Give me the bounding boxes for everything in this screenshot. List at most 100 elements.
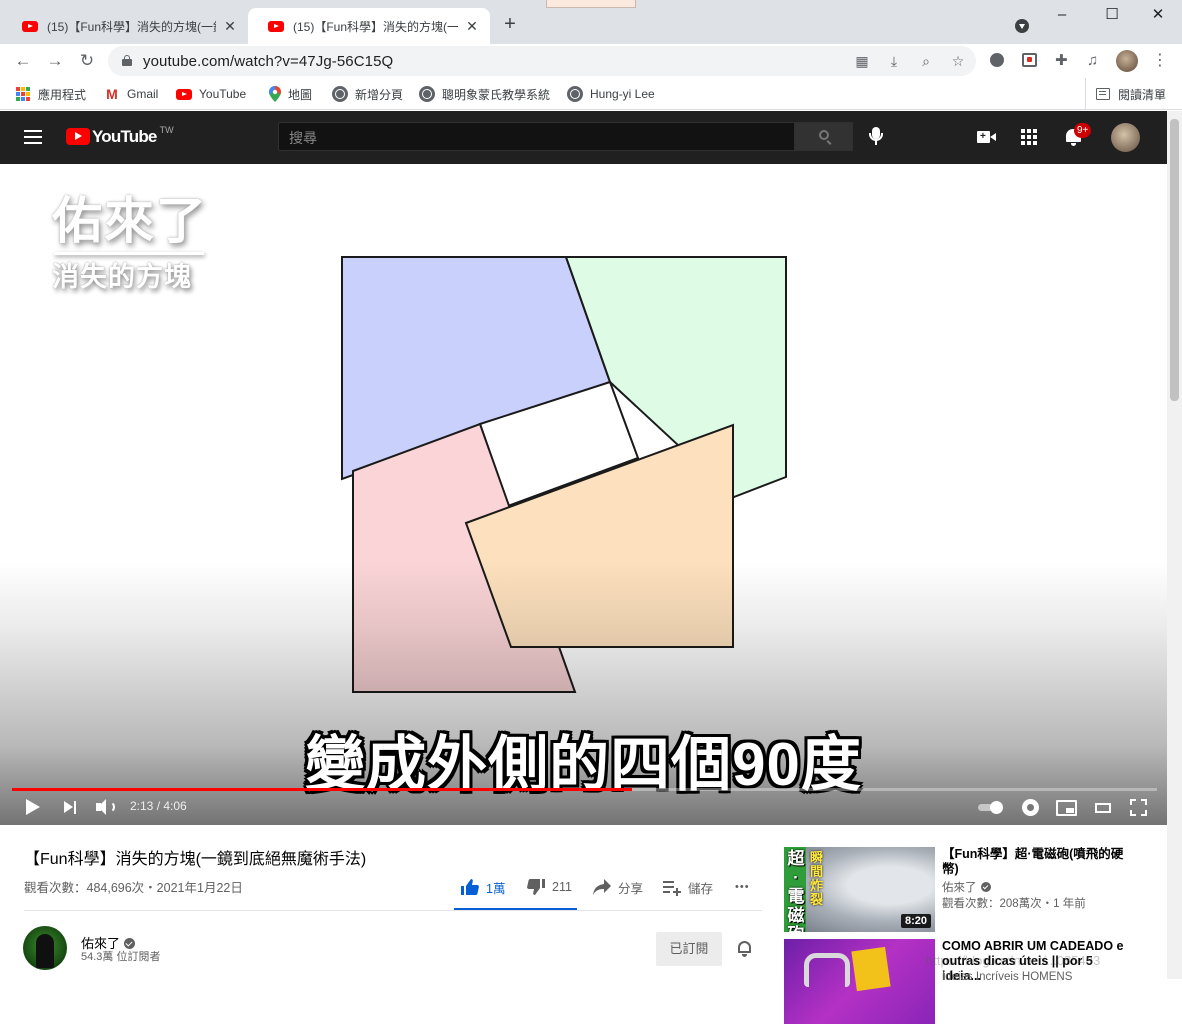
youtube-masthead: YouTube TW 搜尋 + 9+	[0, 111, 1167, 164]
dislike-button[interactable]: 211	[526, 876, 572, 898]
youtube-apps-icon[interactable]	[1021, 129, 1037, 145]
watermark-episode-title: 消失的方塊	[52, 262, 192, 292]
divider	[24, 910, 762, 911]
dislike-count: 211	[552, 880, 572, 894]
next-video-icon[interactable]	[63, 801, 79, 814]
reload-icon[interactable]: ↻	[76, 50, 98, 72]
bookmark-label: 新增分頁	[355, 87, 404, 102]
close-tab-icon[interactable]: ✕	[464, 18, 480, 35]
progress-bar-played	[12, 788, 632, 791]
play-icon[interactable]	[24, 798, 40, 816]
youtube-play-logo-icon	[66, 128, 90, 145]
bookmark-youtube[interactable]: YouTube	[176, 86, 246, 102]
search-input[interactable]: 搜尋	[278, 122, 795, 151]
recommendation-channel: Ideias Incríveis HOMENS	[942, 971, 1073, 983]
share-label: 分享	[618, 881, 644, 896]
create-video-icon[interactable]: +	[977, 130, 996, 144]
media-control-icon[interactable]: ♫	[1087, 53, 1103, 69]
thumbnail-text-secondary: 瞬間炸裂	[810, 850, 824, 907]
channel-notification-bell-icon[interactable]	[737, 940, 752, 957]
search-button[interactable]	[795, 122, 853, 151]
volume-icon[interactable]	[96, 798, 118, 816]
forward-icon[interactable]: →	[44, 50, 66, 72]
youtube-logo[interactable]: YouTube TW	[66, 125, 174, 147]
miniplayer-icon[interactable]	[1056, 800, 1077, 816]
new-tab-button[interactable]: +	[500, 14, 520, 34]
extension-circle-icon[interactable]	[990, 53, 1004, 67]
search-icon	[819, 130, 829, 140]
map-pin-icon	[269, 86, 281, 102]
close-tab-icon[interactable]: ✕	[222, 18, 238, 35]
notification-badge: 9+	[1074, 123, 1092, 138]
search-placeholder: 搜尋	[289, 130, 317, 146]
autoplay-toggle[interactable]	[978, 801, 1004, 814]
globe-icon	[567, 86, 583, 102]
voice-search-icon[interactable]	[869, 127, 883, 147]
bookmark-maps[interactable]: 地圖	[269, 86, 312, 102]
video-views-date: 觀看次數：484,696次・2021年1月22日	[24, 881, 243, 895]
video-title: 【Fun科學】消失的方塊(一鏡到底絕無魔術手法)	[24, 851, 367, 868]
settings-gear-icon[interactable]	[1022, 799, 1039, 816]
page-scrollbar[interactable]	[1167, 111, 1182, 979]
share-button[interactable]: 分享	[592, 876, 643, 898]
more-actions-button[interactable]: •••	[735, 876, 750, 898]
like-count: 1萬	[486, 881, 506, 896]
minimize-icon[interactable]: –	[1050, 5, 1074, 25]
like-button[interactable]: 1萬	[460, 876, 505, 898]
video-duration: 8:20	[900, 914, 931, 928]
theater-mode-icon[interactable]	[1095, 803, 1111, 813]
recommendation-thumbnail[interactable]: 超·電磁砲 瞬間炸裂 8:20	[784, 847, 935, 932]
globe-icon	[419, 86, 435, 102]
video-player[interactable]: 佑來了 消失的方塊 變成外側的四個90度 2:13 / 4:06	[0, 166, 1167, 825]
qr-code-icon[interactable]: ▦	[854, 53, 870, 69]
extension-tabs-icon[interactable]	[1022, 53, 1037, 67]
browser-tab-2[interactable]: (15)【Fun科學】消失的方塊(一鏡到底絕無魔術手法) - YouTube ✕	[248, 8, 490, 44]
extensions-puzzle-icon[interactable]: ✚	[1055, 53, 1071, 69]
close-window-icon[interactable]: ✕	[1146, 5, 1170, 25]
recommendation-thumbnail[interactable]	[784, 939, 935, 1024]
youtube-favicon-icon	[22, 20, 38, 32]
lock-icon[interactable]	[122, 55, 132, 66]
chrome-menu-icon[interactable]: ⋮	[1152, 50, 1168, 72]
install-app-icon[interactable]: ⤓	[886, 53, 902, 69]
youtube-logo-text: YouTube	[92, 127, 157, 146]
save-button[interactable]: 儲存	[662, 876, 713, 898]
tab-title: (15)【Fun科學】消失的方塊(一鏡到底絕無魔術手法) - YouTube	[293, 19, 458, 34]
tab-title: (15)【Fun科學】消失的方塊(一鏡到底絕無魔術手法) - YouTube	[47, 19, 216, 34]
bookmark-apps[interactable]: 應用程式	[15, 86, 86, 102]
window-peek	[546, 0, 636, 8]
url-text[interactable]: youtube.com/watch?v=47Jg-56C15Q	[143, 53, 393, 70]
zoom-icon[interactable]: ⌕	[918, 53, 934, 69]
subscribed-button[interactable]: 已訂閱	[656, 932, 722, 966]
maximize-icon[interactable]: ☐	[1100, 5, 1124, 25]
fullscreen-icon[interactable]	[1130, 799, 1147, 816]
bookmark-label: 地圖	[288, 87, 313, 102]
back-icon[interactable]: ←	[12, 50, 34, 72]
recommendation-item[interactable]: 超·電磁砲 瞬間炸裂 8:20 【Fun科學】超·電磁砲(噴飛的硬幣) 佑來了 …	[784, 847, 1164, 933]
scrollbar-thumb[interactable]	[1170, 119, 1179, 401]
browser-tab-1[interactable]: (15)【Fun科學】消失的方塊(一鏡到底絕無魔術手法) - YouTube ✕	[2, 8, 248, 44]
channel-avatar[interactable]	[23, 926, 67, 970]
account-avatar[interactable]	[1111, 123, 1140, 152]
browser-tab-strip: (15)【Fun科學】消失的方塊(一鏡到底絕無魔術手法) - YouTube ✕…	[0, 0, 1182, 44]
progress-bar[interactable]	[12, 788, 1157, 791]
bookmarks-bar: 應用程式 M Gmail YouTube 地圖 新增分頁 聰明象蒙氏教學系統 H…	[0, 78, 1182, 110]
bookmark-label: Hung-yi Lee	[590, 87, 655, 101]
yellow-bag-shape	[851, 946, 891, 992]
reading-list-button[interactable]: 閱讀清單	[1085, 78, 1166, 110]
recommendation-title[interactable]: 【Fun科學】超·電磁砲(噴飛的硬幣)	[942, 847, 1132, 877]
bookmark-hung-yi-lee[interactable]: Hung-yi Lee	[567, 86, 655, 102]
channel-watermark: 佑來了 消失的方塊	[52, 192, 222, 293]
gmail-icon: M	[106, 86, 118, 102]
address-bar[interactable]: youtube.com/watch?v=47Jg-56C15Q ▦ ⤓ ⌕ ☆	[108, 46, 976, 76]
thumbnail-text: 超·電磁砲	[787, 849, 805, 932]
bookmark-star-icon[interactable]: ☆	[950, 53, 966, 69]
guide-menu-icon[interactable]	[24, 130, 42, 144]
bookmark-label: 聰明象蒙氏教學系統	[442, 87, 551, 102]
thumbs-up-icon	[461, 879, 479, 895]
tab-search-icon[interactable]	[1015, 19, 1029, 33]
bookmark-montessori[interactable]: 聰明象蒙氏教學系統	[419, 86, 550, 102]
chrome-profile-avatar[interactable]	[1116, 50, 1138, 72]
bookmark-gmail[interactable]: M Gmail	[104, 86, 158, 102]
bookmark-new-tab[interactable]: 新增分頁	[332, 86, 403, 102]
